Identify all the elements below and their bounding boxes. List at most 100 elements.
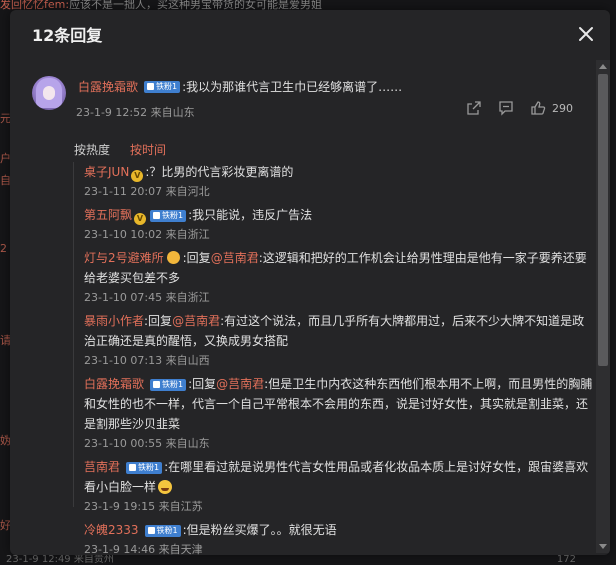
replies-modal: 12条回复 白露挽霜歌 铁粉1 :我以为那谁代言卫生巾已经够离谱了…… 23-1… [10, 10, 610, 555]
reply-time: 23-1-9 14:46 [84, 543, 156, 555]
scrollbar-thumb[interactable] [598, 74, 608, 366]
reply-time: 23-1-10 07:45 [84, 291, 163, 304]
reply-prefix: :回复 [144, 314, 173, 328]
scroll-up-icon[interactable] [596, 60, 610, 72]
close-icon [579, 27, 593, 41]
reply-text: :但是粉丝买爆了。。就很无语 [182, 523, 337, 537]
badge-icon [147, 527, 155, 534]
fan-badge: 铁粉1 [150, 209, 187, 222]
fan-badge-label: 铁粉1 [162, 379, 184, 389]
vip-icon: V [134, 213, 147, 225]
reply-meta: 23-1-10 07:13 来自山西 [84, 351, 593, 371]
reply-item: 莒南君 铁粉1:在哪里看过就是说男性代言女性用品或者化妆品本质上是讨好女性，跟宙婆… [84, 457, 593, 517]
reply-username[interactable]: 莒南君 [84, 460, 120, 474]
reply-mention[interactable]: @莒南君 [172, 314, 220, 328]
reply-location: 来自天津 [158, 543, 203, 555]
fan-badge-label: 铁粉1 [156, 81, 178, 91]
like-icon [531, 101, 546, 115]
avatar[interactable] [32, 76, 66, 110]
tab-sort-hot[interactable]: 按热度 [74, 141, 110, 158]
background-top-user: 发回忆忆fem: [0, 0, 70, 10]
tab-sort-time[interactable]: 按时间 [130, 141, 166, 158]
reply-prefix: :回复 [188, 377, 217, 391]
like-button[interactable]: 290 [530, 99, 573, 117]
reply-item: 灯与2号避难所:回复@莒南君:这逻辑和把好的工作机会让给男性理由是他有一家子要养… [84, 248, 593, 308]
background-bottom-likes: 172 [556, 555, 576, 565]
reply-username[interactable]: 冷魄2333 [84, 523, 139, 537]
reply-meta: 23-1-9 14:46 来自天津 [84, 540, 593, 555]
emoji-icon [166, 251, 180, 264]
reply-text: :？比男的代言彩妆更离谱的 [145, 165, 294, 179]
reply-meta: 23-1-9 19:15 来自江苏 [84, 497, 593, 517]
fan-badge: 铁粉1 [144, 524, 181, 537]
reply-username[interactable]: 白露挽霜歌 [84, 377, 144, 391]
reply-username[interactable]: 暴雨小作者 [84, 314, 144, 328]
reply-item: 白露挽霜歌 铁粉1:回复@莒南君:但是卫生巾内衣这种东西他们根本用不上啊，而且男性… [84, 374, 593, 454]
fan-badge: 铁粉1 [126, 461, 163, 474]
modal-scroll-area[interactable]: 白露挽霜歌 铁粉1 :我以为那谁代言卫生巾已经够离谱了…… 23-1-9 12:… [10, 58, 610, 555]
background-top-text: 应该不是一拙人，买这种男宝带货的女可能是爱男姐 [69, 0, 323, 10]
fan-badge-label: 铁粉1 [156, 525, 178, 535]
reply-time: 23-1-11 20:07 [84, 185, 163, 198]
background-fragment: 妫 [0, 434, 10, 447]
background-bottom-meta: 23-1-9 12:49 来自贵州 [6, 555, 114, 565]
reply-location: 来自江苏 [158, 500, 203, 513]
background-fragment: 好 [0, 519, 10, 532]
background-fragment: 请 [0, 334, 10, 347]
reply-location: 来自河北 [165, 185, 210, 198]
badge-icon [153, 381, 161, 388]
reply-meta: 23-1-10 00:55 来自山东 [84, 434, 593, 454]
share-button[interactable] [466, 99, 482, 117]
reply-text: :我只能说，违反广告法 [188, 208, 313, 222]
reply-time: 23-1-10 07:13 [84, 354, 163, 367]
background-fragment: 自 [0, 174, 10, 187]
share-icon [467, 101, 481, 115]
background-fragment: 2 [0, 242, 7, 255]
reply-time: 23-1-10 00:55 [84, 437, 163, 450]
reply-time: 23-1-9 19:15 [84, 500, 156, 513]
reply-username[interactable]: 灯与2号避难所 [84, 251, 164, 265]
reply-list: 桌子JUN V:？比男的代言彩妆更离谱的 23-1-11 20:07 来自河北 第… [73, 162, 593, 555]
scrollbar[interactable] [596, 60, 610, 553]
main-comment-time: 23-1-9 12:52 [76, 106, 148, 119]
badge-icon [147, 83, 155, 90]
background-top-comment: 发回忆忆fem:应该不是一拙人，买这种男宝带货的女可能是爱男姐 [0, 0, 616, 10]
reply-location: 来自浙江 [165, 291, 210, 304]
vip-icon: V [131, 170, 144, 182]
modal-title: 12条回复 [32, 26, 103, 45]
reply-location: 来自山东 [165, 437, 210, 450]
like-count: 290 [552, 101, 573, 115]
comment-button[interactable] [498, 99, 514, 117]
reply-username[interactable]: 第五阿飘 [84, 208, 132, 222]
fan-badge: 铁粉1 [150, 378, 187, 391]
reply-item: 桌子JUN V:？比男的代言彩妆更离谱的 23-1-11 20:07 来自河北 [84, 162, 593, 202]
reply-username[interactable]: 桌子JUN [84, 165, 129, 179]
fan-badge-label: 铁粉1 [138, 462, 160, 472]
reply-time: 23-1-10 10:02 [84, 228, 163, 241]
main-comment-meta: 23-1-9 12:52 来自山东 [76, 104, 195, 120]
main-comment-location: 来自山东 [150, 106, 195, 119]
badge-icon [153, 212, 161, 219]
reply-meta: 23-1-10 07:45 来自浙江 [84, 288, 593, 308]
reply-mention[interactable]: @莒南君 [211, 251, 259, 265]
reply-meta: 23-1-11 20:07 来自河北 [84, 182, 593, 202]
reply-meta: 23-1-10 10:02 来自浙江 [84, 225, 593, 245]
modal-header: 12条回复 [10, 10, 610, 58]
main-comment-line: 白露挽霜歌 铁粉1 :我以为那谁代言卫生巾已经够离谱了…… [78, 78, 402, 95]
scroll-down-icon[interactable] [596, 541, 610, 553]
sort-tabs: 按热度 按时间 [74, 141, 166, 158]
background-fragment: 户 [0, 152, 10, 165]
reply-item: 暴雨小作者:回复@莒南君:有过这个说法，而且几乎所有大牌都用过，后来不少大牌不知… [84, 311, 593, 371]
background-bottom-comment: 23-1-9 12:49 来自贵州 172 [0, 555, 616, 565]
reply-prefix: :回复 [182, 251, 211, 265]
reply-item: 冷魄2333 铁粉1 :但是粉丝买爆了。。就很无语 23-1-9 14:46 来自天… [84, 520, 593, 555]
laugh-emoji-icon [158, 480, 173, 494]
main-comment-username[interactable]: 白露挽霜歌 [78, 78, 138, 95]
reply-item: 第五阿飘 V 铁粉1:我只能说，违反广告法 23-1-10 10:02 来自浙江 [84, 205, 593, 245]
badge-icon [129, 464, 137, 471]
reply-location: 来自山西 [165, 354, 210, 367]
reply-location: 来自浙江 [165, 228, 210, 241]
reply-mention[interactable]: @莒南君 [216, 377, 264, 391]
main-comment-text: :我以为那谁代言卫生巾已经够离谱了…… [182, 80, 403, 94]
close-button[interactable] [574, 22, 598, 46]
